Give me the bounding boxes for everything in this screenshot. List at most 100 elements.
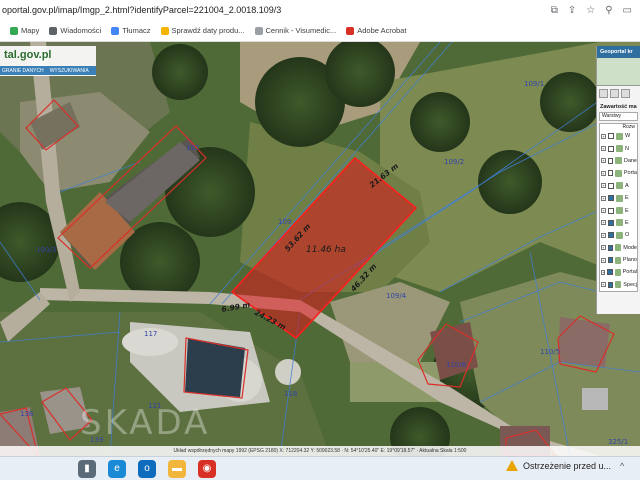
expand-icon[interactable]: + [601, 245, 606, 251]
tool-print-icon[interactable] [610, 89, 619, 98]
layer-row[interactable]: + Specj [600, 279, 637, 291]
layer-row[interactable]: + Plano [600, 254, 637, 266]
layer-label: W [625, 133, 631, 140]
chrome-icon[interactable]: ◉ [198, 459, 216, 478]
bookmark-maps[interactable]: Mapy [10, 26, 39, 35]
bookmark-cennik[interactable]: Cennik - Visumedic... [254, 26, 336, 35]
overview-minimap[interactable] [597, 58, 640, 86]
share-icon[interactable]: ⇪ [568, 5, 576, 16]
expand-icon[interactable]: + [601, 269, 606, 275]
layer-icon [616, 132, 623, 140]
layer-checkbox[interactable] [607, 269, 613, 276]
expand-icon[interactable]: + [601, 158, 606, 164]
layer-checkbox[interactable] [608, 145, 614, 152]
layer-checkbox[interactable] [607, 281, 614, 288]
outlook-icon[interactable]: o [138, 459, 156, 478]
layer-checkbox[interactable] [608, 232, 614, 239]
layer-row[interactable]: + E [600, 217, 637, 229]
taskview-icon[interactable]: ▮ [78, 459, 96, 478]
layer-icon [615, 244, 622, 252]
layer-row[interactable]: + Portal [600, 266, 637, 278]
maps-pin-icon [10, 26, 18, 35]
layer-checkbox[interactable] [608, 182, 614, 189]
layer-row[interactable]: + N [600, 142, 637, 154]
install-app-icon[interactable]: ⧉ [551, 5, 558, 16]
layer-label: A [625, 182, 629, 189]
layer-label: O [625, 232, 630, 239]
map-canvas[interactable]: 11.46 ha 21.63 m 53.62 m 46.32 m 24.23 m… [0, 42, 640, 456]
layer-checkbox[interactable] [607, 257, 613, 264]
parcel-number: 118 [284, 390, 297, 398]
expand-icon[interactable]: + [601, 282, 606, 288]
expand-icon[interactable]: + [601, 195, 606, 201]
layer-row[interactable]: + Porta [600, 167, 637, 179]
layer-label: E [625, 195, 629, 202]
expand-icon[interactable]: + [601, 232, 606, 238]
url-text[interactable]: oportal.gov.pl/imap/Imgp_2.html?identify… [2, 5, 551, 15]
bookmark-translate[interactable]: Tłumacz [111, 26, 151, 35]
layer-icon [615, 169, 622, 177]
bookmark-dates[interactable]: Sprawdź daty produ... [160, 26, 245, 35]
tool-home-icon[interactable] [599, 89, 608, 98]
warning-notification[interactable]: Ostrzeżenie przed u... ^ [506, 460, 624, 471]
layer-checkbox[interactable] [608, 133, 614, 140]
layer-row[interactable]: + E [600, 204, 637, 216]
parcel-number: 100/3 [36, 246, 56, 254]
tool-layers-icon[interactable] [621, 89, 630, 98]
tab-layers[interactable]: Warstwy [599, 112, 638, 121]
bookmark-news[interactable]: Wiadomości [49, 26, 101, 35]
layers-panel: Geoportal kr Zawartość ma Warstwy Rozw +… [596, 46, 640, 314]
layer-checkbox[interactable] [607, 157, 614, 164]
menu-tab-data[interactable]: GRANIE DANYCH [2, 68, 44, 74]
address-bar[interactable]: oportal.gov.pl/imap/Imgp_2.html?identify… [0, 0, 640, 20]
news-icon [49, 26, 58, 35]
chevron-up-icon[interactable]: ^ [620, 461, 624, 471]
logo-text: tal.gov.pl [4, 49, 52, 61]
layer-row[interactable]: + E [600, 192, 637, 204]
expand-icon[interactable]: + [601, 183, 606, 189]
layer-icon [616, 182, 623, 190]
expand-icon[interactable]: + [601, 170, 606, 176]
pdf-icon [346, 26, 355, 35]
explorer-icon[interactable]: ▬ [168, 459, 186, 478]
panel-section-title: Zawartość ma [600, 104, 637, 110]
parcel-number: 107 [186, 144, 199, 152]
layer-list: Rozw + W + N + Dane + Porta + A + E + E + E + O + Mode + Plan… [599, 123, 638, 293]
expand-icon[interactable]: + [601, 133, 606, 139]
layer-row[interactable]: + Mode [600, 242, 637, 254]
layer-label: E [625, 219, 629, 226]
extensions-icon[interactable]: ⚲ [605, 5, 612, 16]
bookmark-acrobat[interactable]: Adobe Acrobat [346, 26, 406, 35]
warning-icon [506, 460, 518, 471]
parcel-number: 109/4 [386, 292, 407, 300]
layer-row[interactable]: + Dane [600, 155, 637, 167]
layer-checkbox[interactable] [608, 219, 614, 226]
edge-icon[interactable]: e [108, 459, 126, 478]
layer-checkbox[interactable] [608, 195, 614, 202]
menu-tab-search[interactable]: WYSZUKIWANIA [50, 68, 89, 74]
star-icon[interactable]: ☆ [586, 5, 595, 16]
parcel-number: 109/1 [524, 80, 544, 88]
parcel-number: 110/5 [540, 348, 560, 356]
expand-icon[interactable]: + [601, 146, 606, 152]
layer-checkbox[interactable] [607, 244, 614, 251]
expand-icon[interactable]: + [601, 257, 606, 263]
layer-label: Portal [622, 269, 637, 276]
taskbar: ▮ e o ▬ ◉ Ostrzeżenie przed u... ^ [0, 456, 640, 480]
parcel-number: 109 [278, 218, 291, 226]
parcel-number: 117 [144, 330, 157, 338]
layer-checkbox[interactable] [608, 207, 614, 214]
parcel-area-label: 11.46 ha [306, 245, 346, 255]
layer-row[interactable]: + O [600, 229, 637, 241]
layer-row[interactable]: + W [600, 130, 637, 142]
parcel-number: 325/1 [608, 438, 628, 446]
expand-icon[interactable]: + [601, 208, 606, 214]
translate-icon [111, 26, 120, 35]
bookmark-icon [254, 26, 263, 35]
sidebar-icon[interactable]: ▭ [623, 5, 632, 16]
layer-row[interactable]: + A [600, 180, 637, 192]
watermark-text: SKADA [80, 403, 210, 443]
expand-icon[interactable]: + [601, 220, 606, 226]
layer-checkbox[interactable] [607, 170, 614, 177]
layer-icon [614, 268, 621, 276]
